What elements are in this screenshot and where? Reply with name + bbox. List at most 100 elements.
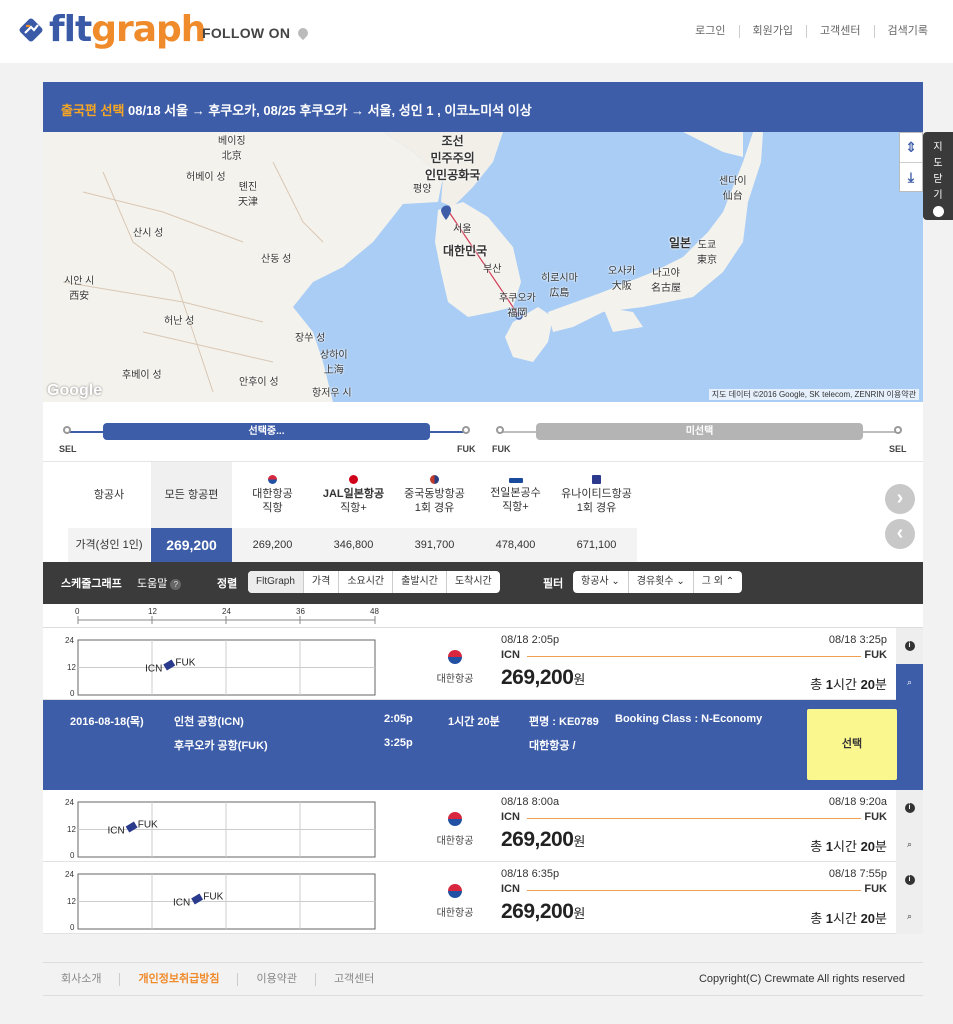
sort-price[interactable]: 가격 [302, 571, 338, 593]
map-close-label: 지도닫기 [933, 142, 943, 201]
y-tick: 24 [65, 798, 74, 807]
schedule-graph-label: 스케줄그래프 [61, 578, 122, 590]
map-label-jiangsu: 장쑤 성 [295, 333, 326, 344]
footer-about[interactable]: 회사소개 [61, 973, 119, 986]
filter-stops[interactable]: 경유횟수 ⌄ [627, 571, 693, 593]
china-eastern-logo-icon [430, 475, 439, 484]
footer-support[interactable]: 고객센터 [314, 973, 392, 986]
help-label: 도움말 [137, 578, 168, 590]
y-tick: 12 [67, 662, 76, 672]
airline-price: 671,100 [556, 528, 637, 562]
footer: 회사소개 개인정보취급방침 이용약관 고객센터 Copyright(C) Cre… [43, 962, 923, 996]
route-map[interactable]: 베이징 北京 허베이 성 톈진 天津 산시 성 산동 성 시안 시 西安 허난 … [43, 132, 923, 402]
y-tick: 0 [70, 689, 75, 698]
segment-dest-label: FUK [203, 892, 223, 903]
map-label-anhui: 안후이 성 [239, 377, 279, 388]
korean-air-logo-icon [448, 812, 462, 826]
next-arrow-icon[interactable]: › [885, 484, 915, 514]
route-progress: 선택중... SEL FUK 미선택 FUK SEL [43, 402, 923, 462]
map-label-shanxi: 산시 성 [133, 228, 164, 239]
flight-row[interactable]: ICN FUK 24 12 0 대한항공 08/18 8:00a 08/18 9… [43, 790, 923, 862]
expand-vertical-icon[interactable]: ⇕ [900, 133, 922, 162]
price-row-header: 가격(성인 1인) [68, 528, 150, 562]
filter-other[interactable]: 그 외 ⌃ [692, 571, 742, 593]
map-copyright[interactable]: 지도 데이터 ©2016 Google, SK telecom, ZENRIN … [708, 389, 919, 400]
map-label-north-korea: 조선 민주주의 인민공화국 [425, 134, 481, 182]
segment-origin-label: ICN [145, 664, 162, 675]
collapse-vertical-icon[interactable]: ⤓ [900, 162, 922, 191]
detail-search-button[interactable]: ⌕ [896, 664, 923, 700]
help-link[interactable]: 도움말? [137, 575, 182, 591]
return-status-pill[interactable]: 미선택 [536, 423, 863, 440]
info-button[interactable]: i [896, 628, 923, 664]
top-header: fltgraph FOLLOW ON 로그인 회원가입 고객센터 검색기록 [0, 0, 953, 63]
magnifier-icon: ⌕ [906, 838, 913, 849]
nav-search-history[interactable]: 검색기록 [873, 25, 941, 38]
google-logo: Google [47, 382, 103, 399]
airline-col-united[interactable]: 유나이티드항공 1회 경유 671,100 [556, 462, 637, 562]
footer-privacy[interactable]: 개인정보취급방침 [119, 973, 237, 986]
departure-time: 08/18 6:35p [501, 868, 560, 880]
filter-airline[interactable]: 항공사 ⌄ [573, 571, 628, 593]
magnifier-icon: ⌕ [906, 910, 913, 921]
sort-fltgraph[interactable]: FltGraph [248, 571, 303, 593]
flight-row[interactable]: ICN FUK 24 12 0 대한항공 08/18 6:35p 08/18 7… [43, 862, 923, 934]
flight-list: ICN FUK 24 12 0 대한항공 08/18 2:05p 08/18 3… [43, 628, 923, 934]
info-button[interactable]: i [896, 790, 923, 826]
prev-arrow-icon[interactable]: ‹ [885, 519, 915, 549]
detail-booking-class: Booking Class : N-Economy [615, 713, 763, 725]
sort-duration[interactable]: 소요시간 [338, 571, 392, 593]
follow-on[interactable]: FOLLOW ON [202, 25, 311, 41]
airline-col-korean-air[interactable]: 대한항공 직항 269,200 [232, 462, 313, 562]
outbound-dest-code: FUK [457, 444, 476, 454]
outbound-status-pill[interactable]: 선택중... [103, 423, 430, 440]
detail-arr-airport: 후쿠오카 공항(FUK) [174, 740, 268, 752]
nav-signup[interactable]: 회원가입 [738, 25, 806, 38]
axis-tick: 12 [148, 607, 157, 616]
departure-time: 08/18 2:05p [501, 634, 560, 646]
info-button[interactable]: i [896, 862, 923, 898]
schedule-time-axis: 0 12 24 36 48 [43, 604, 923, 628]
airline-sub: 1회 경유 [414, 502, 455, 514]
map-label-hebei: 허베이 성 [186, 172, 226, 183]
map-close-button[interactable]: 지도닫기 [923, 132, 953, 220]
flight-times: 08/18 6:35p 08/18 7:55p ICN FUK 269,200원… [501, 868, 887, 928]
departure-time: 08/18 8:00a [501, 796, 560, 808]
location-pin-icon [296, 25, 311, 41]
detail-flight-no: 편명 : KE0789 [529, 716, 599, 728]
airline-name: 전일본공수 [490, 487, 541, 499]
map-label-hangzhou: 항저우 시 [312, 388, 352, 399]
footer-terms[interactable]: 이용약관 [237, 973, 314, 986]
airline-col-all[interactable]: 모든 항공편 269,200 [151, 462, 232, 562]
airline-price: 269,200 [151, 528, 232, 562]
map-label-seoul: 서울 [453, 224, 472, 235]
map-label-osaka: 오사카 大阪 [608, 266, 636, 292]
ana-logo-icon [508, 478, 523, 483]
korean-air-logo-icon [448, 884, 462, 898]
detail-search-button[interactable]: ⌕ [896, 898, 923, 934]
nav-login[interactable]: 로그인 [682, 25, 738, 38]
schedule-mini-chart: ICN FUK [77, 639, 376, 696]
sort-arrival[interactable]: 도착시간 [445, 571, 500, 593]
departure-code: ICN [501, 811, 520, 823]
sort-departure[interactable]: 출발시간 [392, 571, 446, 593]
return-dest-code: SEL [889, 444, 907, 454]
detail-search-button[interactable]: ⌕ [896, 826, 923, 862]
y-tick: 12 [67, 824, 76, 834]
nav-support[interactable]: 고객센터 [806, 25, 873, 38]
airline-price: 346,800 [313, 528, 394, 562]
select-flight-button[interactable]: 선택 [807, 709, 897, 780]
fltgraph-logo[interactable]: fltgraph [17, 12, 206, 48]
y-tick: 0 [70, 851, 75, 860]
map-label-hubei: 후베이 성 [122, 370, 162, 381]
airline-price: 391,700 [394, 528, 475, 562]
korean-air-logo-icon [448, 650, 462, 664]
top-nav: 로그인 회원가입 고객센터 검색기록 [682, 25, 941, 38]
flight-airline: 대한항공 [403, 812, 507, 847]
airline-col-ana[interactable]: 전일본공수 직항+ 478,400 [475, 462, 556, 562]
map-label-nagoya: 나고야 名古屋 [651, 268, 681, 294]
flight-row[interactable]: ICN FUK 24 12 0 대한항공 08/18 2:05p 08/18 3… [43, 628, 923, 700]
airline-col-china-eastern[interactable]: 중국동방항공 1회 경유 391,700 [394, 462, 475, 562]
map-zoom-controls: ⇕ ⤓ [899, 132, 923, 192]
airline-col-jal[interactable]: JAL일본항공 직항+ 346,800 [313, 462, 394, 562]
